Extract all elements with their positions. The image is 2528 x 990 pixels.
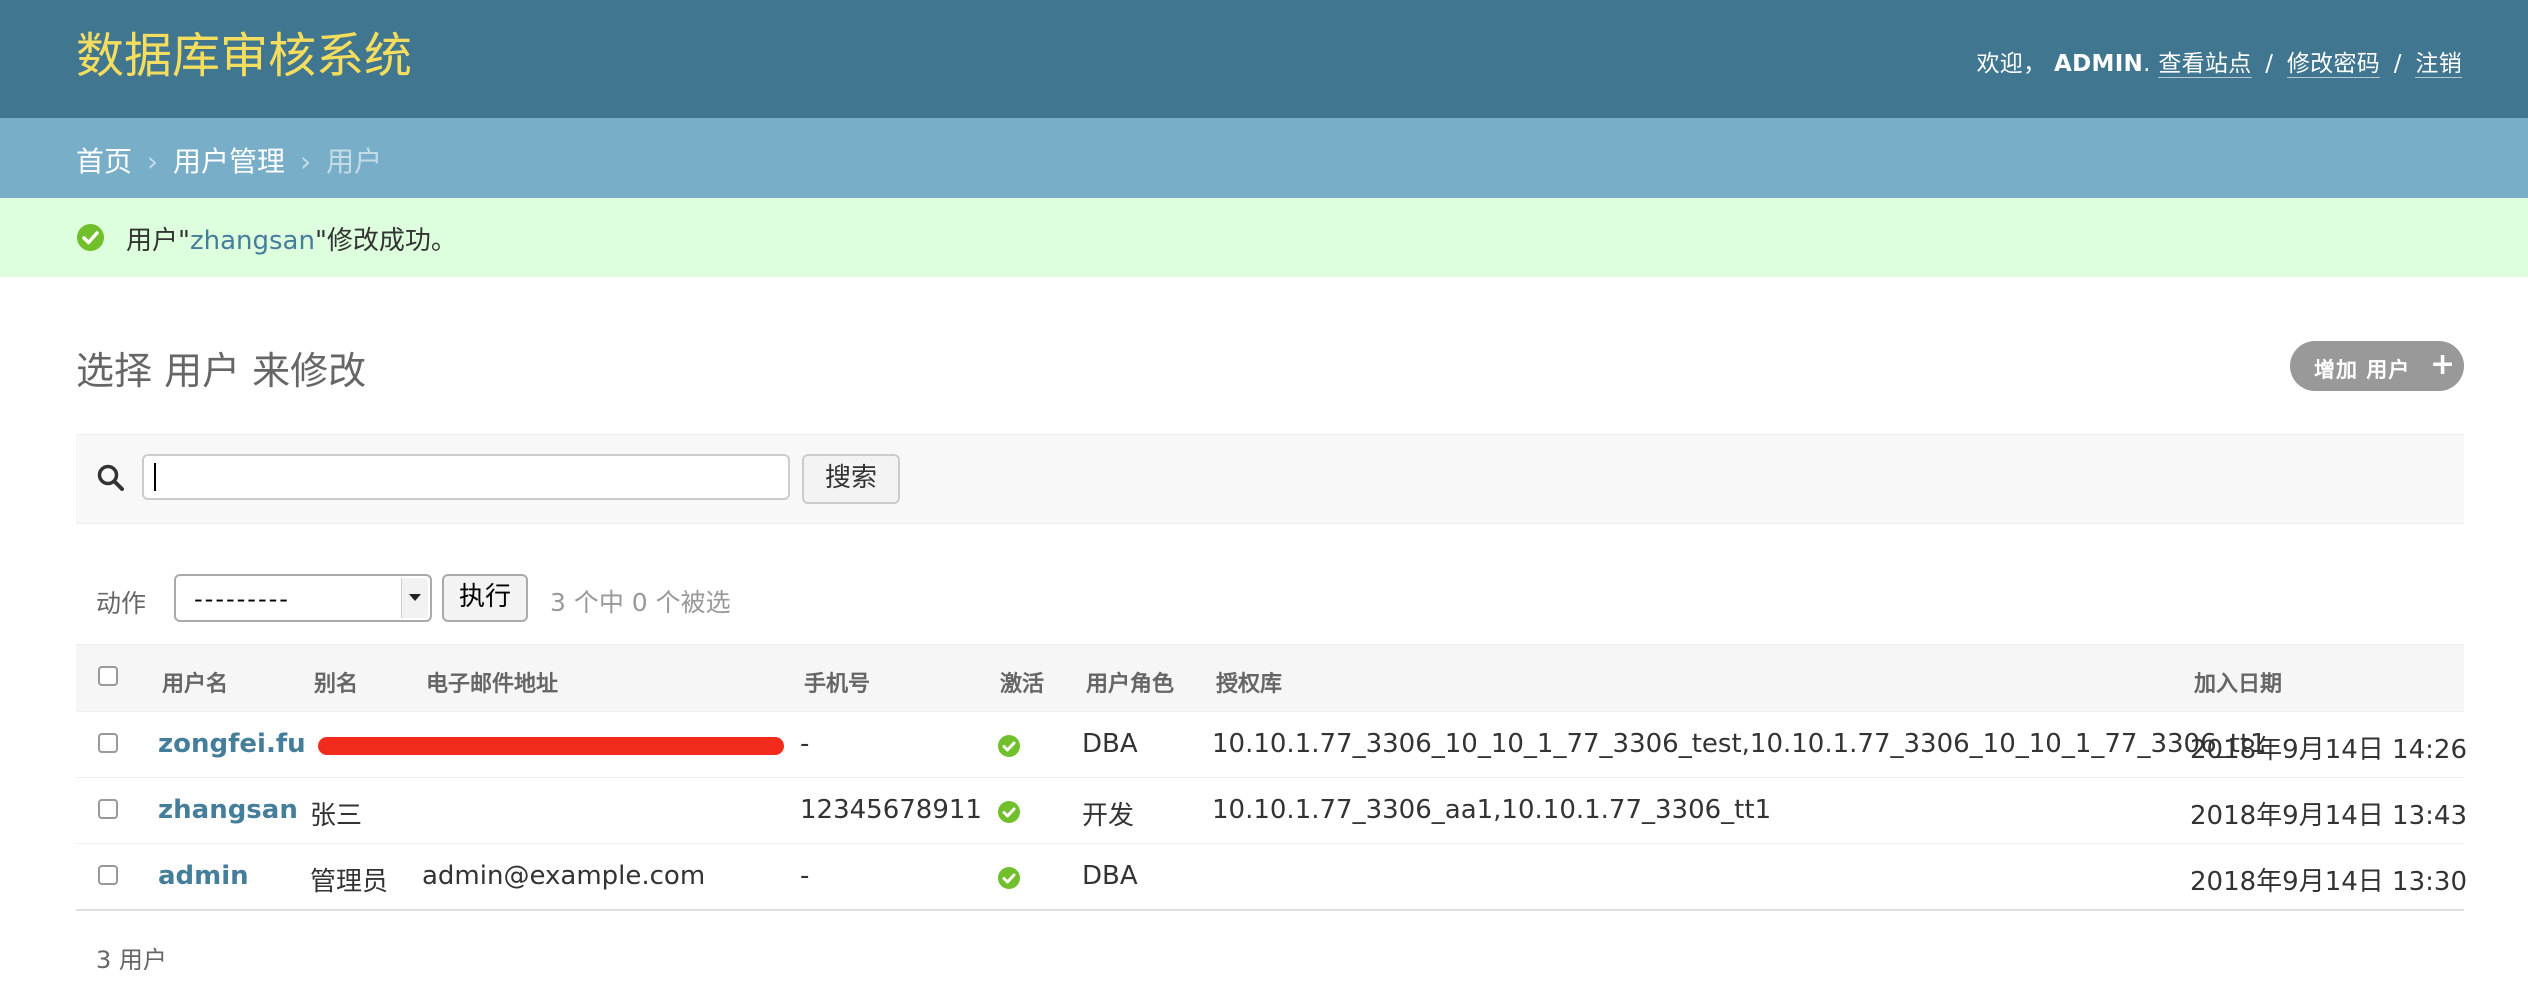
table-row: zhangsan 张三 12345678911 开发 10.10.1.77_33…: [76, 777, 2467, 844]
active-check-icon: [998, 867, 1020, 889]
actions-label: 动作: [96, 589, 147, 618]
breadcrumb-home-link[interactable]: 首页: [76, 145, 132, 178]
user-tools: 欢迎， ADMIN. 查看站点 / 修改密码 / 注销: [1976, 44, 2462, 78]
page-title: 选择 用户 来修改: [76, 349, 367, 393]
active-check-icon: [998, 801, 1020, 823]
role-cell: DBA: [1082, 729, 1138, 759]
add-user-label: 增加 用户: [2314, 358, 2411, 382]
selection-counter: 3 个中 0 个被选: [550, 588, 731, 617]
search-input[interactable]: [142, 454, 790, 500]
current-username: ADMIN: [2054, 51, 2144, 77]
logout-link[interactable]: 注销: [2415, 51, 2462, 78]
databases-cell: 10.10.1.77_3306_aa1,10.10.1.77_3306_tt1: [1212, 795, 1772, 825]
message-suffix: "修改成功。: [314, 226, 457, 256]
breadcrumb-separator: ›: [299, 145, 312, 178]
phone-cell: -: [800, 729, 810, 759]
role-cell: DBA: [1082, 861, 1138, 891]
phone-cell: -: [800, 861, 810, 891]
add-user-button[interactable]: 增加 用户 +: [2290, 341, 2464, 391]
column-header-active[interactable]: 激活: [1000, 666, 1044, 698]
breadcrumb-current: 用户: [326, 145, 383, 178]
alias-cell: 张三: [310, 801, 363, 831]
username-link[interactable]: admin: [158, 861, 249, 891]
column-header-databases[interactable]: 授权库: [1216, 666, 1282, 698]
row-checkbox[interactable]: [98, 733, 118, 753]
success-check-icon: [77, 224, 104, 251]
select-all-checkbox[interactable]: [98, 666, 118, 686]
breadcrumb-app-link[interactable]: 用户管理: [173, 145, 285, 178]
redaction-mark: [318, 737, 784, 755]
table-row: admin 管理员 admin@example.com - DBA 2018年9…: [76, 843, 2467, 911]
message-object-link[interactable]: zhangsan: [190, 226, 315, 256]
column-header-username[interactable]: 用户名: [162, 666, 228, 698]
search-toolbar: 搜索: [76, 434, 2464, 524]
plus-icon: +: [2430, 347, 2456, 382]
view-site-link[interactable]: 查看站点: [2158, 51, 2252, 78]
username-link[interactable]: zhangsan: [158, 795, 298, 825]
site-brand[interactable]: 数据库审核系统: [76, 28, 412, 86]
column-header-role[interactable]: 用户角色: [1086, 666, 1174, 698]
breadcrumb: 首页 › 用户管理 › 用户: [0, 118, 2528, 198]
change-password-link[interactable]: 修改密码: [2286, 51, 2381, 78]
breadcrumb-separator: ›: [146, 145, 159, 178]
column-header-email[interactable]: 电子邮件地址: [426, 666, 558, 698]
chevron-down-icon: [401, 578, 428, 618]
column-header-phone[interactable]: 手机号: [804, 666, 870, 698]
action-select[interactable]: ---------: [174, 574, 432, 622]
action-select-value: ---------: [194, 585, 290, 613]
email-cell: admin@example.com: [422, 861, 706, 891]
joined-cell: 2018年9月14日 13:43: [2190, 801, 2467, 831]
text-caret: [154, 463, 156, 491]
role-cell: 开发: [1082, 801, 1135, 831]
column-header-alias[interactable]: 别名: [314, 666, 358, 698]
username-dot: .: [2143, 51, 2151, 77]
user-tools-separator: /: [2265, 51, 2274, 77]
message-prefix: 用户": [126, 226, 190, 256]
run-action-button[interactable]: 执行: [442, 574, 528, 622]
row-checkbox[interactable]: [98, 865, 118, 885]
row-checkbox[interactable]: [98, 799, 118, 819]
active-check-icon: [998, 735, 1020, 757]
search-button[interactable]: 搜索: [802, 454, 900, 504]
joined-cell: 2018年9月14日 14:26: [2190, 735, 2467, 765]
success-message: 用户"zhangsan"修改成功。: [0, 198, 2528, 277]
search-icon: [96, 463, 126, 497]
site-header: 数据库审核系统 欢迎， ADMIN. 查看站点 / 修改密码 / 注销: [0, 0, 2528, 118]
message-text: 用户"zhangsan"修改成功。: [126, 220, 457, 257]
user-tools-separator: /: [2393, 51, 2402, 77]
databases-cell: 10.10.1.77_3306_10_10_1_77_3306_test,10.…: [1212, 729, 2267, 759]
welcome-text: 欢迎，: [1976, 51, 2047, 77]
result-count: 3 用户: [96, 946, 167, 974]
table-row: zongfei.fu - DBA 10.10.1.77_3306_10_10_1…: [76, 711, 2467, 778]
username-link[interactable]: zongfei.fu: [158, 729, 306, 759]
table-header: 用户名 别名 电子邮件地址 手机号 激活 用户角色 授权库 加入日期: [76, 644, 2464, 712]
joined-cell: 2018年9月14日 13:30: [2190, 867, 2467, 897]
phone-cell: 12345678911: [800, 795, 982, 825]
column-header-joined[interactable]: 加入日期: [2194, 666, 2282, 698]
alias-cell: 管理员: [310, 867, 389, 897]
